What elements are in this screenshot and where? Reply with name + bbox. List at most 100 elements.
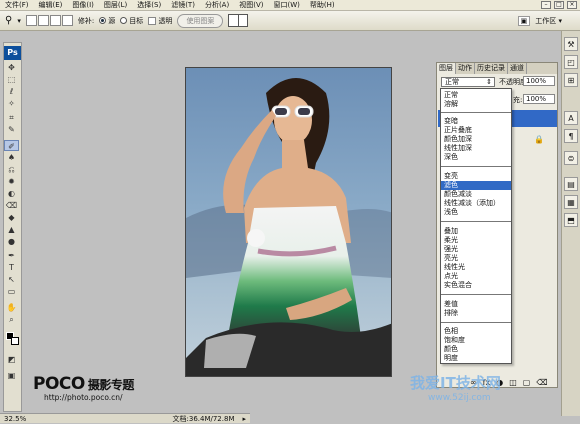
menu-image[interactable]: 图像(I) — [67, 0, 99, 10]
blend-option-multiply[interactable]: 正片叠底 — [441, 126, 511, 135]
clone-source-icon[interactable]: ⊜ — [564, 151, 578, 165]
slice-tool-icon[interactable]: ✎ — [4, 124, 19, 135]
lock-icon: 🔒 — [534, 135, 544, 144]
blend-option-soft-light[interactable]: 柔光 — [441, 236, 511, 245]
tab-layers[interactable]: 图层 — [437, 63, 456, 74]
zoom-level[interactable]: 32.5% — [0, 415, 30, 423]
close-button[interactable]: × — [567, 1, 577, 9]
zoom-tool-icon[interactable]: ⌕ — [4, 314, 19, 325]
sponge-tool-icon[interactable]: ● — [4, 236, 19, 247]
blend-option-darker-color[interactable]: 深色 — [441, 153, 511, 162]
maximize-button[interactable]: □ — [554, 1, 564, 9]
subtract-selection-icon[interactable] — [49, 15, 61, 26]
blend-option-exclusion[interactable]: 排除 — [441, 309, 511, 318]
navigator-icon[interactable]: ⚒ — [564, 37, 578, 51]
eraser-tool-icon[interactable]: ◐ — [4, 188, 19, 199]
blend-option-overlay[interactable]: 叠加 — [441, 227, 511, 236]
patch-tool-icon[interactable]: ⚲ — [5, 15, 12, 26]
new-layer-icon[interactable]: ▢ — [523, 378, 531, 387]
tab-actions[interactable]: 动作 — [456, 63, 475, 74]
move-tool-icon[interactable]: ✥ — [4, 62, 19, 73]
lasso-tool-icon[interactable]: ℓ — [4, 86, 19, 97]
source-radio[interactable]: 源 — [99, 16, 115, 26]
menu-filter[interactable]: 滤镜(T) — [166, 0, 200, 10]
hand-tool-icon[interactable]: ✋ — [4, 302, 19, 313]
blend-option-screen[interactable]: 滤色 — [441, 181, 511, 190]
info-icon[interactable]: ⊞ — [564, 73, 578, 87]
brush-tool-icon[interactable]: ♠ — [4, 152, 19, 163]
background-color-swatch[interactable] — [11, 337, 19, 345]
blend-option-dissolve[interactable]: 溶解 — [441, 100, 511, 109]
blend-option-linear-dodge[interactable]: 线性减淡（添加） — [441, 199, 511, 208]
opacity-input[interactable]: 100% — [523, 76, 555, 86]
swatches-icon[interactable]: ▤ — [564, 177, 578, 191]
styles-icon[interactable]: ▦ — [564, 195, 578, 209]
type-tool-icon[interactable]: T — [4, 262, 19, 273]
status-menu-arrow-icon[interactable]: ▸ — [238, 415, 250, 423]
transparent-checkbox[interactable]: 透明 — [148, 16, 172, 26]
blend-option-linear-burn[interactable]: 线性加深 — [441, 144, 511, 153]
blend-option-color[interactable]: 颜色 — [441, 345, 511, 354]
patch-tool-icon[interactable]: ✐ — [4, 140, 19, 151]
blur-tool-icon[interactable]: ◆ — [4, 212, 19, 223]
blend-option-lighter-color[interactable]: 浅色 — [441, 208, 511, 217]
workspace-menu[interactable]: 工作区 ▾ — [535, 16, 562, 26]
pen-tool-icon[interactable]: ✒ — [4, 250, 19, 261]
layer-comps-icon[interactable]: ⬒ — [564, 213, 578, 227]
history-brush-tool-icon[interactable]: ✹ — [4, 176, 19, 187]
blend-option-color-burn[interactable]: 颜色加深 — [441, 135, 511, 144]
path-selection-tool-icon[interactable]: ↖ — [4, 274, 19, 285]
blend-option-lighten[interactable]: 变亮 — [441, 172, 511, 181]
blend-option-vivid-light[interactable]: 亮光 — [441, 254, 511, 263]
blend-mode-dropdown[interactable]: 正常 溶解 变暗 正片叠底 颜色加深 线性加深 深色 变亮 滤色 颜色减淡 线性… — [440, 88, 512, 364]
use-pattern-button[interactable]: 使用图案 — [177, 13, 224, 28]
blend-option-hard-light[interactable]: 强光 — [441, 245, 511, 254]
blend-option-color-dodge[interactable]: 颜色减淡 — [441, 190, 511, 199]
blend-option-normal[interactable]: 正常 — [441, 91, 511, 100]
brushes-tab-icon[interactable]: ▣ — [517, 15, 531, 26]
blend-mode-select[interactable]: 正常 ⇕ — [441, 77, 495, 87]
histogram-icon[interactable]: ◰ — [564, 55, 578, 69]
intersect-selection-icon[interactable] — [61, 15, 73, 26]
new-group-icon[interactable]: ◫ — [509, 378, 517, 387]
target-radio[interactable]: 目标 — [120, 16, 143, 26]
shape-tool-icon[interactable]: ▭ — [4, 286, 19, 297]
dodge-tool-icon[interactable]: ▲ — [4, 224, 19, 235]
paragraph-icon[interactable]: ¶ — [564, 129, 578, 143]
character-icon[interactable]: A — [564, 111, 578, 125]
menu-file[interactable]: 文件(F) — [0, 0, 34, 10]
dropdown-separator — [441, 221, 511, 222]
gradient-tool-icon[interactable]: ⌫ — [4, 200, 19, 211]
tool-preset-arrow-icon[interactable]: ▾ — [17, 17, 21, 25]
tab-history[interactable]: 历史记录 — [475, 63, 508, 74]
blend-option-saturation[interactable]: 饱和度 — [441, 336, 511, 345]
blend-option-linear-light[interactable]: 线性光 — [441, 263, 511, 272]
menu-layer[interactable]: 图层(L) — [99, 0, 132, 10]
screen-mode-icon[interactable]: ▣ — [4, 370, 19, 381]
crop-tool-icon[interactable]: ⌗ — [4, 112, 19, 123]
fill-input[interactable]: 100% — [523, 94, 555, 104]
blend-option-hue[interactable]: 色相 — [441, 327, 511, 336]
magic-wand-tool-icon[interactable]: ✧ — [4, 98, 19, 109]
blend-option-luminosity[interactable]: 明度 — [441, 354, 511, 363]
quick-mask-icon[interactable]: ◩ — [4, 354, 19, 365]
delete-layer-icon[interactable]: ⌫ — [536, 378, 547, 387]
menu-analysis[interactable]: 分析(A) — [200, 0, 234, 10]
menu-help[interactable]: 帮助(H) — [305, 0, 340, 10]
menu-select[interactable]: 选择(S) — [132, 0, 166, 10]
menu-edit[interactable]: 编辑(E) — [34, 0, 68, 10]
tab-channels[interactable]: 通道 — [508, 63, 527, 74]
new-selection-icon[interactable] — [25, 15, 37, 26]
minimize-button[interactable]: – — [541, 1, 551, 9]
pattern-picker-icon[interactable] — [228, 14, 249, 27]
add-selection-icon[interactable] — [37, 15, 49, 26]
blend-option-darken[interactable]: 变暗 — [441, 117, 511, 126]
blend-option-difference[interactable]: 差值 — [441, 300, 511, 309]
menu-window[interactable]: 窗口(W) — [268, 0, 304, 10]
menu-view[interactable]: 视图(V) — [234, 0, 268, 10]
marquee-tool-icon[interactable]: ⬚ — [4, 74, 19, 85]
document-canvas[interactable] — [185, 67, 392, 377]
clone-stamp-tool-icon[interactable]: ⎌ — [4, 164, 19, 175]
blend-option-hard-mix[interactable]: 实色混合 — [441, 281, 511, 290]
blend-option-pin-light[interactable]: 点光 — [441, 272, 511, 281]
